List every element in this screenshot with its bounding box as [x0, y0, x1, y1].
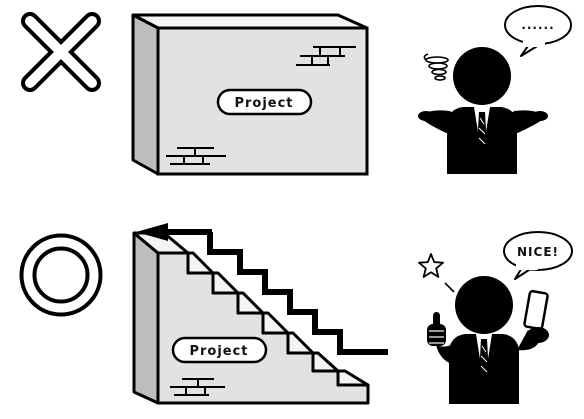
speech-text-ellipsis: ......	[521, 18, 554, 32]
cross-icon	[21, 12, 101, 92]
happy-businessman	[418, 253, 549, 404]
project-stairs: Project	[132, 223, 388, 405]
project-label: Project	[234, 96, 293, 111]
project-block: Project	[131, 13, 369, 176]
speech-bubble: NICE!	[503, 231, 573, 280]
confused-businessman	[418, 47, 548, 174]
speech-text-nice: NICE!	[517, 245, 559, 259]
smartphone-icon	[523, 289, 549, 331]
star-icon	[418, 253, 444, 278]
project-label: Project	[189, 344, 248, 359]
swirl-icon	[423, 53, 449, 81]
speech-bubble: ......	[504, 5, 572, 57]
circle-icon	[19, 233, 103, 317]
illustration: Project ...... Project NICE!	[19, 5, 573, 405]
